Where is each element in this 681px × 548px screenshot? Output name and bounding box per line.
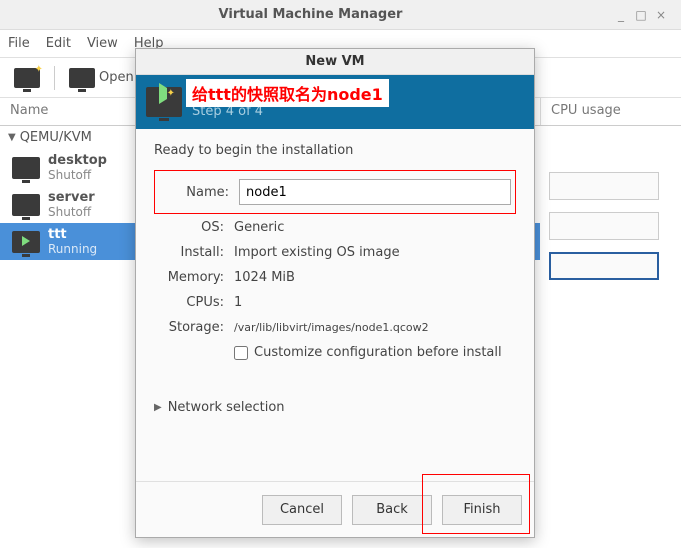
network-label: Network selection [168,400,285,415]
titlebar: Virtual Machine Manager _ □ × [0,0,681,30]
triangle-right-icon: ▶ [154,402,162,413]
open-label: Open [99,70,134,85]
open-vm-button[interactable]: Open [63,65,140,91]
finish-button[interactable]: Finish [442,495,522,525]
menu-file[interactable]: File [8,36,30,51]
install-label: Install: [154,245,224,260]
window-title: Virtual Machine Manager [10,7,611,22]
intro-text: Ready to begin the installation [154,143,516,158]
toolbar-separator [54,66,55,90]
monitor-icon [12,194,40,216]
maximize-button[interactable]: □ [631,8,651,22]
cpu-usage-column [541,126,681,548]
install-value: Import existing OS image [234,245,516,260]
dialog-banner: Step 4 of 4 给ttt的快照取名为node1 [136,75,534,129]
monitor-play-icon [12,231,40,253]
close-button[interactable]: × [651,8,671,22]
cpus-value: 1 [234,295,516,310]
os-label: OS: [154,220,224,235]
dialog-body: Ready to begin the installation Name: OS… [136,129,534,481]
network-selection-toggle[interactable]: ▶ Network selection [154,400,516,415]
vm-state: Shutoff [48,205,95,219]
os-value: Generic [234,220,516,235]
customize-row[interactable]: Customize configuration before install [234,345,516,360]
vm-text: desktop Shutoff [48,153,107,182]
cpu-graph-ttt [549,252,659,280]
cancel-button[interactable]: Cancel [262,495,342,525]
new-vm-banner-icon [146,87,182,117]
customize-label: Customize configuration before install [254,345,502,360]
chevron-down-icon: ▼ [8,132,16,143]
minimize-button[interactable]: _ [611,8,631,22]
new-vm-button[interactable] [8,65,46,91]
annotation-overlay: 给ttt的快照取名为node1 [186,79,389,107]
cpu-graph-server [549,212,659,240]
back-button[interactable]: Back [352,495,432,525]
cpus-label: CPUs: [154,295,224,310]
vm-state: Shutoff [48,168,107,182]
vm-text: ttt Running [48,227,97,256]
vm-name: server [48,190,95,205]
vm-name: desktop [48,153,107,168]
new-vm-icon [14,68,40,88]
memory-label: Memory: [154,270,224,285]
storage-label: Storage: [154,320,224,335]
dialog-buttons: Cancel Back Finish [136,481,534,537]
monitor-icon [12,157,40,179]
vm-state: Running [48,242,97,256]
memory-value: 1024 MiB [234,270,516,285]
connection-label: QEMU/KVM [20,130,92,145]
menu-view[interactable]: View [87,36,118,51]
header-cpu[interactable]: CPU usage [541,98,681,125]
vm-text: server Shutoff [48,190,95,219]
menu-edit[interactable]: Edit [46,36,71,51]
name-highlight-box: Name: [154,170,516,214]
storage-value: /var/lib/libvirt/images/node1.qcow2 [234,321,516,334]
open-vm-icon [69,68,95,88]
cpu-graph-desktop [549,172,659,200]
name-label: Name: [159,185,229,200]
new-vm-dialog: New VM Step 4 of 4 给ttt的快照取名为node1 Ready… [135,48,535,538]
name-input[interactable] [239,179,511,205]
customize-checkbox[interactable] [234,346,248,360]
vm-name: ttt [48,227,97,242]
dialog-title: New VM [136,49,534,75]
